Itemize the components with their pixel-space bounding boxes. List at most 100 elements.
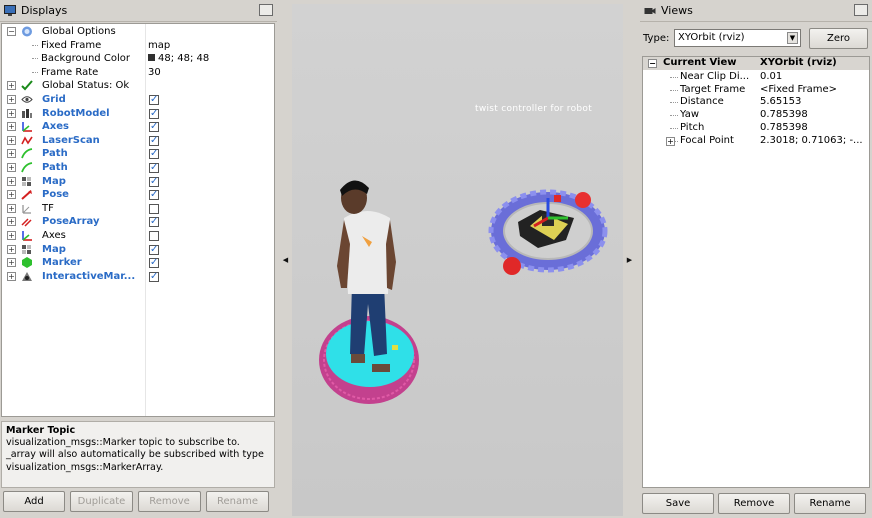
display-row-global-options[interactable]: − Global Options (2, 25, 274, 39)
remove-view-button[interactable]: Remove (718, 493, 790, 514)
enable-checkbox[interactable] (149, 231, 159, 241)
type-label: Type: (643, 33, 670, 44)
add-button[interactable]: Add (3, 491, 65, 512)
display-label: RobotModel (42, 107, 110, 119)
collapse-left-arrow[interactable]: ◀ (279, 4, 292, 516)
save-view-button[interactable]: Save (642, 493, 714, 514)
path-icon (21, 162, 33, 173)
enable-checkbox[interactable] (149, 134, 159, 147)
display-label: Axes (42, 230, 66, 241)
display-row-marker[interactable]: + Marker (2, 256, 274, 270)
display-row-path[interactable]: + Path (2, 147, 274, 161)
display-value-text: 30 (148, 66, 161, 78)
display-label: Pose (42, 189, 69, 201)
view-prop-target-frame[interactable]: Target Frame <Fixed Frame> (643, 84, 869, 97)
tree-connector (670, 76, 678, 78)
view-prop-distance[interactable]: Distance 5.65153 (643, 96, 869, 109)
enable-checkbox[interactable] (149, 147, 159, 161)
display-row-axes[interactable]: + Axes (2, 120, 274, 134)
views-float-button[interactable] (854, 4, 868, 16)
display-row-tf[interactable]: + TF (2, 202, 274, 216)
view-prop-yaw[interactable]: Yaw 0.785398 (643, 109, 869, 122)
expand-icon[interactable]: + (7, 149, 16, 159)
displays-tree[interactable]: − Global Options Fixed Frame map Background … (1, 23, 275, 417)
current-view-row[interactable]: − Current View XYOrbit (rviz) (643, 57, 869, 70)
display-row-posearray[interactable]: + PoseArray (2, 215, 274, 229)
remove-display-button[interactable]: Remove (138, 491, 201, 512)
display-row-robotmodel[interactable]: + RobotModel (2, 107, 274, 120)
enable-checkbox[interactable] (149, 215, 159, 229)
expand-icon[interactable]: + (7, 163, 16, 172)
display-value: map (148, 39, 170, 53)
color-swatch[interactable] (148, 54, 155, 62)
displays-title-text: Displays (21, 4, 68, 17)
collapse-right-arrow[interactable]: ▶ (623, 4, 636, 516)
expand-icon[interactable]: + (666, 136, 675, 146)
expand-icon[interactable]: + (7, 122, 16, 132)
zero-button[interactable]: Zero (809, 28, 868, 49)
expand-icon[interactable]: + (7, 203, 16, 213)
chevron-down-icon[interactable]: ▼ (787, 32, 798, 44)
display-row-pose[interactable]: + Pose (2, 188, 274, 202)
display-label: Global Status: Ok (42, 80, 130, 92)
tree-connector (670, 115, 678, 117)
overlay-caption: twist controller for robot (475, 104, 593, 114)
expand-icon[interactable]: + (7, 95, 16, 104)
display-label: Map (42, 243, 66, 255)
display-row-laserscan[interactable]: + LaserScan (2, 134, 274, 147)
display-row-grid[interactable]: + Grid (2, 93, 274, 107)
enable-checkbox[interactable] (149, 175, 159, 188)
duplicate-button[interactable]: Duplicate (70, 491, 133, 512)
display-value-text: map (148, 39, 171, 51)
robot-model-icon (22, 108, 32, 118)
expand-icon[interactable]: + (7, 271, 16, 281)
tree-connector (670, 128, 678, 129)
enable-checkbox[interactable] (149, 203, 159, 214)
collapse-icon[interactable]: − (7, 27, 16, 36)
display-row-map[interactable]: + Map (2, 175, 274, 188)
rename-view-button[interactable]: Rename (794, 493, 866, 514)
enable-checkbox[interactable] (149, 161, 159, 175)
rename-display-button[interactable]: Rename (206, 491, 269, 512)
enable-checkbox[interactable] (149, 93, 159, 107)
expand-icon[interactable]: + (7, 176, 16, 186)
expand-icon[interactable]: + (7, 108, 16, 118)
expand-icon[interactable]: + (7, 135, 16, 145)
display-value: 48; 48; 48 (148, 52, 209, 66)
view-prop-near-clip-di[interactable]: Near Clip Di... 0.01 (643, 71, 869, 84)
display-row-axes[interactable]: + Axes (2, 229, 274, 243)
enable-checkbox[interactable] (149, 256, 159, 270)
display-row-path[interactable]: + Path (2, 161, 274, 175)
map-icon (22, 176, 31, 186)
view-prop-value: 5.65153 (760, 96, 802, 108)
displays-float-button[interactable] (259, 4, 273, 16)
view-prop-pitch[interactable]: Pitch 0.785398 (643, 122, 869, 135)
view-type-select[interactable]: XYOrbit (rviz) ▼ (674, 29, 801, 47)
enable-checkbox[interactable] (149, 243, 159, 256)
expand-icon[interactable]: + (7, 217, 16, 227)
tree-connector (670, 89, 678, 91)
tree-connector (670, 102, 678, 104)
display-row-background-color[interactable]: Background Color 48; 48; 48 (2, 52, 274, 66)
views-title-text: Views (661, 4, 693, 17)
view-prop-focal-point[interactable]: + Focal Point 2.3018; 0.71063; -... (643, 135, 869, 148)
collapse-icon[interactable]: − (648, 59, 657, 68)
enable-checkbox[interactable] (149, 270, 159, 283)
views-property-tree[interactable]: − Current View XYOrbit (rviz) Near Clip … (642, 56, 870, 488)
display-row-interactivemar[interactable]: + InteractiveMar... (2, 270, 274, 283)
display-row-frame-rate[interactable]: Frame Rate 30 (2, 66, 274, 80)
enable-checkbox[interactable] (149, 120, 159, 134)
expand-icon[interactable]: + (7, 231, 16, 240)
monitor-icon (4, 5, 16, 16)
display-row-fixed-frame[interactable]: Fixed Frame map (2, 39, 274, 53)
expand-icon[interactable]: + (7, 81, 16, 91)
expand-icon[interactable]: + (7, 244, 16, 254)
enable-checkbox[interactable] (149, 188, 159, 202)
expand-icon[interactable]: + (7, 258, 16, 268)
display-row-map[interactable]: + Map (2, 243, 274, 256)
display-row-global-status-ok[interactable]: + Global Status: Ok (2, 79, 274, 93)
expand-icon[interactable]: + (7, 190, 16, 200)
displays-panel: Displays − Global Options Fixed Frame map Ba… (0, 0, 277, 518)
render-viewport[interactable]: twist controller for robot (292, 4, 623, 516)
enable-checkbox[interactable] (149, 107, 159, 120)
